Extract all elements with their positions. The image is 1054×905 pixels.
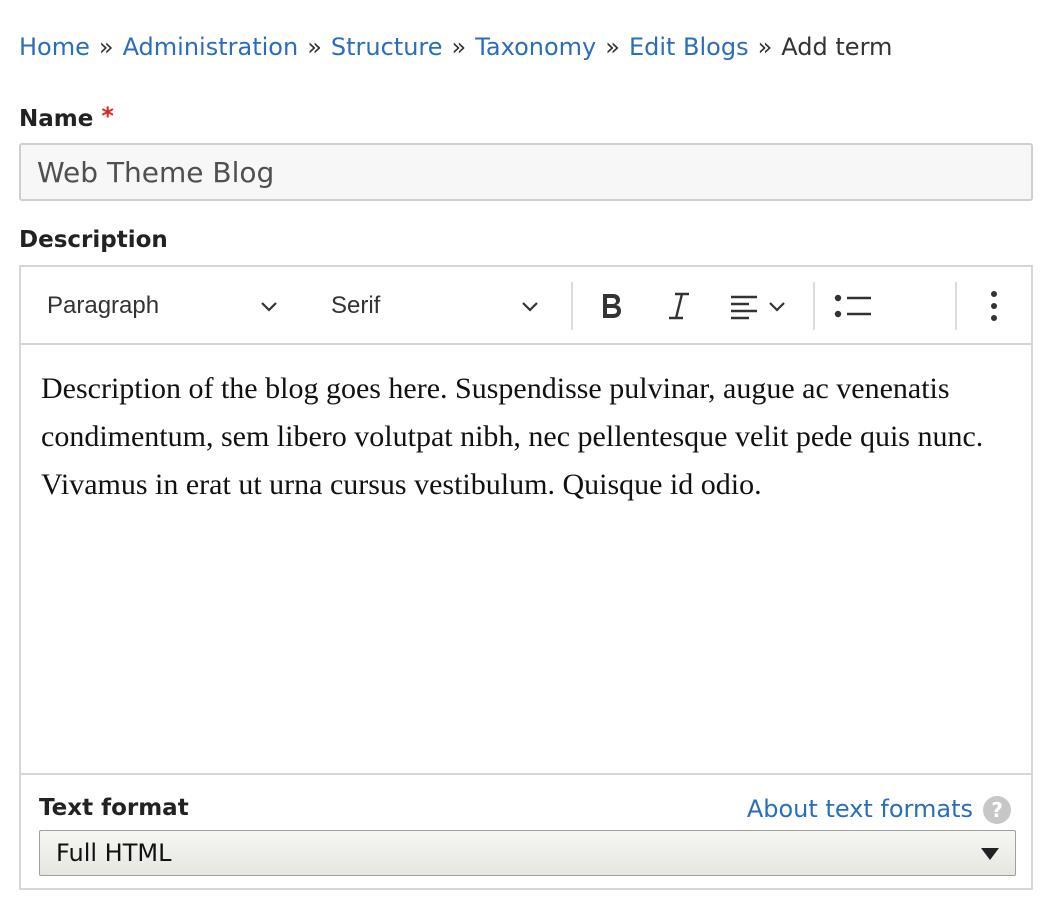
chevron-down-icon: [769, 302, 785, 312]
description-label: Description: [19, 227, 168, 253]
toolbar-divider: [955, 282, 957, 330]
text-format-wrapper: Text format About text formats ? Full HT…: [19, 773, 1033, 890]
alignment-dropdown[interactable]: [727, 267, 787, 345]
breadcrumb-current: Add term: [781, 33, 893, 61]
description-editor: Paragraph Serif Description of the blog …: [19, 265, 1033, 775]
bold-button[interactable]: [593, 267, 629, 345]
italic-icon: [669, 292, 689, 320]
description-content-area[interactable]: Description of the blog goes here. Suspe…: [21, 347, 1031, 777]
font-dropdown-label: Serif: [331, 292, 381, 319]
heading-dropdown-label: Paragraph: [47, 292, 160, 319]
bold-icon: [603, 294, 621, 318]
required-marker: *: [101, 102, 114, 130]
chevron-down-icon: [522, 302, 539, 312]
toolbar-divider: [571, 282, 573, 330]
breadcrumb: Home » Administration » Structure » Taxonomy » E…: [19, 30, 892, 64]
text-format-select[interactable]: Full HTML: [39, 830, 1016, 876]
breadcrumb-link-administration[interactable]: Administration: [123, 33, 299, 61]
toolbar-divider: [813, 282, 815, 330]
caret-down-icon: [981, 848, 999, 860]
breadcrumb-link-home[interactable]: Home: [19, 33, 90, 61]
name-label: Name *: [19, 102, 114, 132]
font-dropdown[interactable]: Serif: [331, 267, 561, 345]
more-options-button[interactable]: [979, 267, 1009, 345]
more-vertical-icon: [991, 291, 997, 321]
breadcrumb-link-structure[interactable]: Structure: [331, 33, 443, 61]
align-left-icon: [731, 295, 757, 320]
breadcrumb-separator: »: [451, 33, 467, 61]
text-format-selected-value: Full HTML: [56, 839, 172, 867]
breadcrumb-link-edit-blogs[interactable]: Edit Blogs: [629, 33, 749, 61]
breadcrumb-link-taxonomy[interactable]: Taxonomy: [475, 33, 596, 61]
name-label-text: Name: [19, 106, 94, 132]
breadcrumb-separator: »: [757, 33, 773, 61]
breadcrumb-separator: »: [307, 33, 322, 61]
breadcrumb-separator: »: [605, 33, 620, 61]
breadcrumb-separator: »: [98, 33, 114, 61]
about-text-formats-link[interactable]: About text formats: [747, 795, 973, 823]
name-input[interactable]: [19, 143, 1033, 201]
heading-dropdown[interactable]: Paragraph: [47, 267, 297, 345]
chevron-down-icon: [261, 302, 277, 312]
text-format-label: Text format: [39, 795, 189, 821]
bulleted-list-button[interactable]: [831, 267, 875, 345]
help-icon[interactable]: ?: [983, 796, 1011, 824]
editor-toolbar: Paragraph Serif: [21, 267, 1031, 345]
bulleted-list-icon: [834, 294, 871, 318]
italic-button[interactable]: [661, 267, 695, 345]
